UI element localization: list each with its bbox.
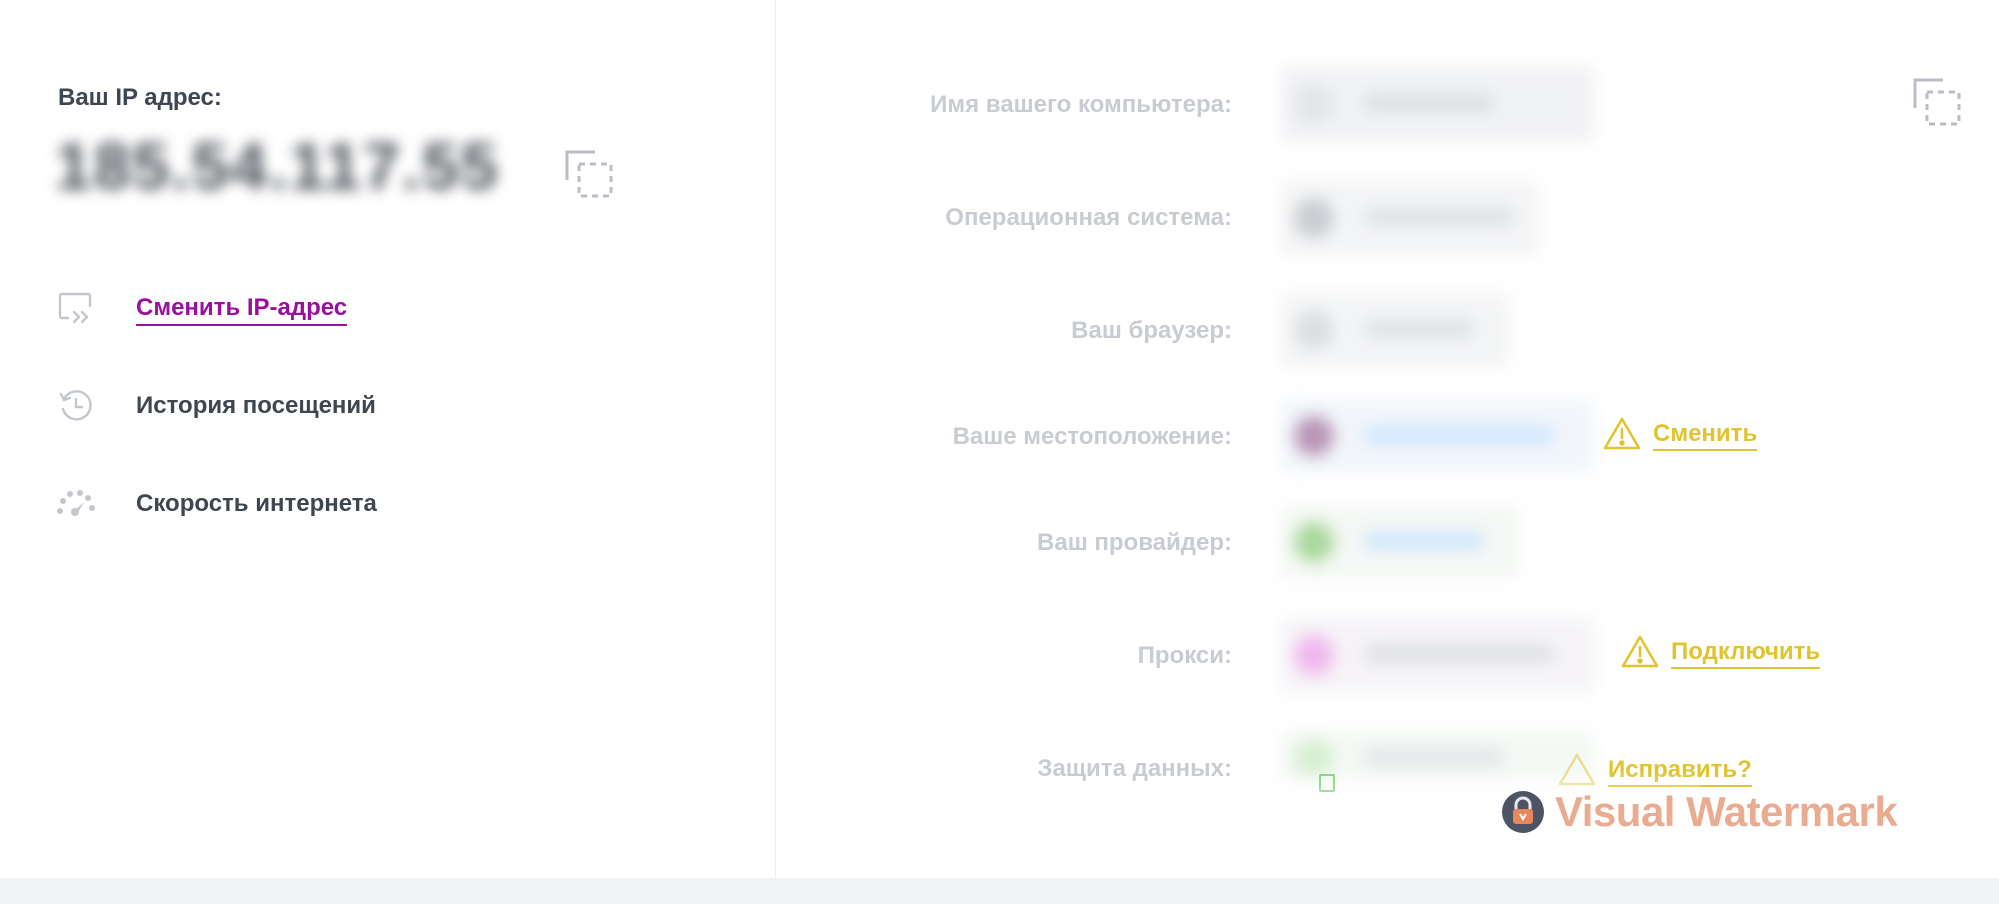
menu-item-label: История посещений (136, 392, 376, 419)
os-label: Операционная система: (945, 204, 1232, 231)
watermark-text: Visual Watermark (1555, 788, 1898, 835)
change-location-link[interactable]: Сменить (1653, 420, 1758, 451)
speedometer-icon (56, 484, 96, 524)
right-panel: Имя вашего компьютера: Операционная сист… (777, 0, 1999, 878)
os-value (1280, 180, 1540, 256)
menu-item-change-ip[interactable]: Сменить IP-адрес (56, 288, 348, 328)
page: Ваш IP адрес: 185.54.117.55 Сменить IP-а… (0, 0, 1999, 904)
footer-strip (0, 878, 1999, 904)
provider-label: Ваш провайдер: (1037, 529, 1232, 556)
warning-icon (1621, 634, 1659, 673)
watermark-lock-icon (1501, 790, 1545, 834)
connect-proxy-link[interactable]: Подключить (1671, 638, 1821, 669)
location-value (1280, 398, 1595, 474)
proxy-label: Прокси: (1137, 642, 1232, 669)
left-panel: Ваш IP адрес: 185.54.117.55 Сменить IP-а… (0, 0, 776, 878)
menu-item-speed[interactable]: Скорость интернета (56, 484, 377, 524)
ip-value: 185.54.117.55 (55, 129, 500, 203)
menu-item-label: Скорость интернета (136, 490, 377, 517)
copy-ip-icon[interactable] (565, 150, 613, 198)
provider-value (1280, 504, 1520, 580)
change-location-action[interactable]: Сменить (1603, 416, 1758, 455)
menu-item-label: Сменить IP-адрес (136, 294, 348, 326)
browser-label: Ваш браузер: (1071, 317, 1232, 344)
copy-info-icon[interactable] (1913, 78, 1961, 126)
history-icon (56, 386, 96, 426)
browser-value (1280, 292, 1510, 368)
menu-item-history[interactable]: История посещений (56, 386, 376, 426)
warning-icon (1603, 416, 1641, 455)
computer-name-value (1280, 66, 1595, 142)
visual-watermark: Visual Watermark (1501, 788, 1898, 836)
computer-name-label: Имя вашего компьютера: (930, 91, 1232, 118)
proxy-value (1280, 617, 1595, 693)
switch-ip-icon (56, 288, 96, 328)
connect-proxy-action[interactable]: Подключить (1621, 634, 1821, 673)
ip-label: Ваш IP адрес: (58, 84, 222, 111)
location-label: Ваше местоположение: (952, 423, 1232, 450)
data-protection-label: Защита данных: (1037, 755, 1232, 782)
